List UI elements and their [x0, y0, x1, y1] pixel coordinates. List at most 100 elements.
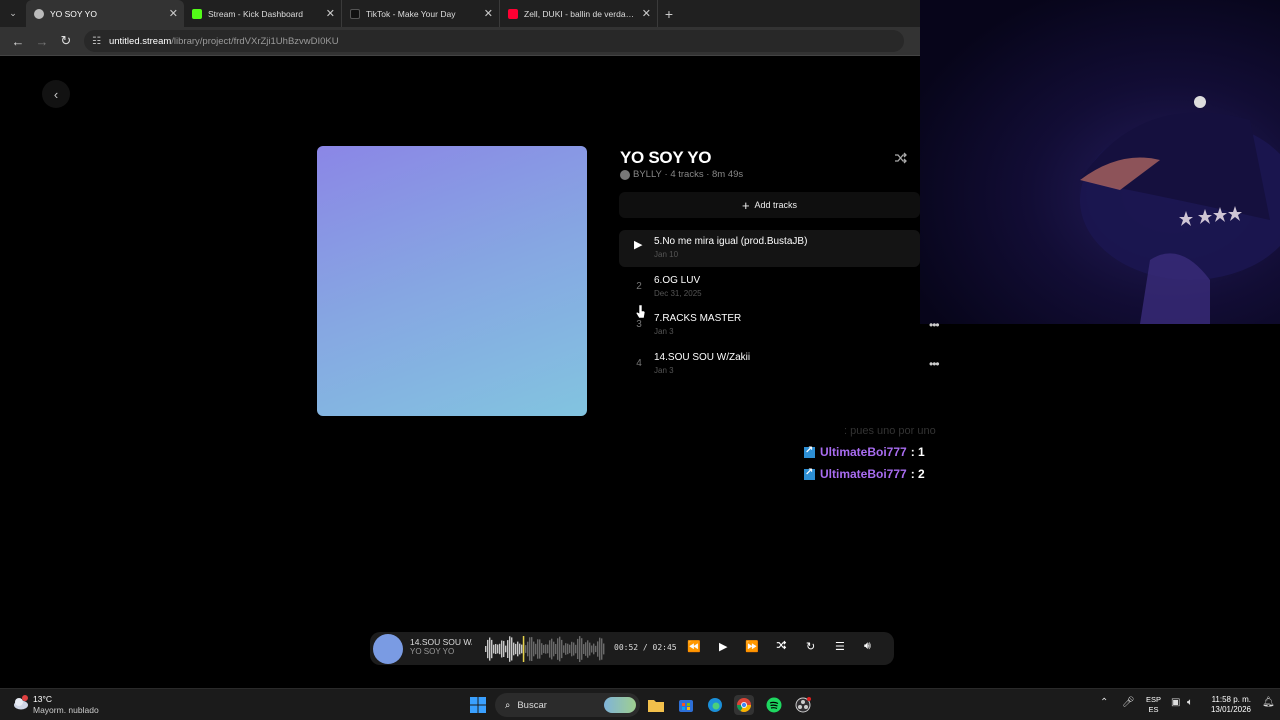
tiktok-favicon-icon	[350, 8, 360, 19]
waveform-bar	[497, 644, 499, 654]
rewind-icon[interactable]: ⏪	[687, 640, 701, 653]
playhead[interactable]	[522, 636, 525, 662]
waveform-bar	[529, 637, 531, 661]
tab-search-icon[interactable]: ⌄	[0, 0, 26, 27]
tab-tiktok[interactable]: TikTok - Make Your Day ✕	[342, 0, 500, 27]
project-owner[interactable]: BYLLY	[633, 169, 662, 180]
chat-username: UltimateBoi777	[820, 467, 907, 481]
microphone-icon[interactable]: 🎤︎	[1122, 697, 1135, 708]
tab-title: YO SOY YO	[50, 8, 97, 19]
more-options-icon[interactable]: •••	[929, 318, 940, 332]
add-tracks-button[interactable]: + Add tracks	[619, 192, 920, 218]
language-indicator[interactable]: ESP ES	[1146, 695, 1161, 715]
waveform-bar	[591, 645, 593, 653]
track-row[interactable]: ▶ 5.No me mira igual (prod.BustaJB) Jan …	[619, 230, 920, 267]
notification-bell-icon[interactable]: 🔔︎	[1262, 697, 1275, 708]
waveform-bar	[565, 643, 567, 655]
weather-cloudy-icon[interactable]	[12, 694, 30, 712]
waveform-bar	[507, 640, 509, 658]
waveform-bar	[539, 639, 541, 659]
search-icon: ⌕	[505, 699, 511, 711]
network-icon[interactable]: ▣	[1171, 697, 1180, 708]
chat-faded-message: : pues uno por uno	[844, 425, 936, 437]
waveform-scrubber[interactable]	[485, 636, 605, 662]
waveform-bar	[513, 642, 515, 656]
chat-overlay: : pues uno por uno UltimateBoi777 : 1 Ul…	[804, 425, 1004, 489]
waveform-bar	[511, 637, 513, 661]
tab-close-icon[interactable]: ✕	[169, 7, 178, 20]
forward-arrow-icon[interactable]: →	[30, 29, 54, 53]
chat-username: UltimateBoi777	[820, 445, 907, 459]
volume-icon[interactable]: 🔊︎	[864, 640, 871, 653]
tab-yo-soy-yo[interactable]: YO SOY YO ✕	[26, 0, 184, 27]
project-title: YO SOY YO	[620, 148, 712, 167]
waveform-bar	[541, 643, 543, 655]
track-date: Jan 3	[654, 327, 674, 336]
chrome-icon[interactable]	[734, 695, 754, 715]
file-explorer-icon[interactable]	[646, 695, 666, 715]
audio-player: 14.SOU SOU W/Zakii YO SOY YO 00:52 / 02:…	[370, 632, 894, 665]
waveform-bar	[485, 646, 487, 652]
track-date: Jan 3	[654, 366, 674, 375]
waveform-bar	[549, 640, 551, 658]
site-settings-icon[interactable]: ☷	[92, 36, 101, 47]
waveform-bar	[517, 641, 519, 657]
chat-badge-icon	[804, 445, 815, 458]
play-icon[interactable]: ▶	[634, 238, 642, 251]
reload-icon[interactable]: ↻	[54, 29, 78, 53]
url-path: /library/project/frdVXrZji1UhBzvwDI0KU	[171, 35, 339, 47]
spotify-icon[interactable]	[764, 695, 784, 715]
system-clock[interactable]: 11:58 p. m. 13/01/2026	[1205, 695, 1251, 715]
repeat-icon[interactable]: ↻	[806, 640, 815, 653]
tray-chevron-up-icon[interactable]: ⌃	[1100, 697, 1108, 708]
track-title: 14.SOU SOU W/Zakii	[654, 352, 751, 363]
queue-icon[interactable]: ☰	[835, 640, 845, 653]
chat-message: UltimateBoi777 : 2	[804, 467, 1004, 481]
play-icon[interactable]: ▶	[719, 640, 727, 653]
waveform-bar	[563, 645, 565, 653]
tab-close-icon[interactable]: ✕	[484, 7, 493, 20]
shuffle-icon[interactable]	[776, 640, 787, 653]
waveform-bar	[567, 643, 569, 655]
shuffle-icon[interactable]	[894, 152, 908, 167]
waveform-bar	[577, 638, 579, 659]
windows-start-icon[interactable]	[468, 695, 488, 715]
waveform-bar	[545, 644, 547, 654]
project-cover-art	[317, 146, 587, 416]
waveform-bar	[495, 644, 497, 654]
address-bar[interactable]: ☷ untitled.stream/library/project/frdVXr…	[84, 30, 904, 52]
obs-icon[interactable]	[793, 695, 813, 715]
waveform-bar	[527, 641, 529, 657]
edge-icon[interactable]	[705, 695, 725, 715]
chat-badge-icon	[804, 467, 815, 480]
tab-close-icon[interactable]: ✕	[326, 7, 335, 20]
search-placeholder: Buscar	[517, 699, 547, 711]
more-options-icon[interactable]: •••	[929, 357, 940, 371]
track-row[interactable]: 4 14.SOU SOU W/Zakii Jan 3	[619, 346, 920, 383]
track-date: Dec 31, 2025	[654, 289, 702, 298]
kick-favicon-icon	[192, 8, 202, 19]
weather-temperature: 13°C	[33, 694, 52, 704]
fast-forward-icon[interactable]: ⏩	[745, 640, 759, 653]
tab-kick-dashboard[interactable]: Stream - Kick Dashboard ✕	[184, 0, 342, 27]
taskbar-search[interactable]: ⌕ Buscar	[495, 693, 640, 717]
waveform-bar	[603, 643, 605, 655]
chat-text: : 2	[910, 467, 925, 481]
new-tab-plus-icon[interactable]: +	[658, 6, 680, 22]
player-cover-art[interactable]	[373, 634, 403, 664]
speaker-icon[interactable]: 🔈︎	[1187, 697, 1193, 708]
back-chevron-button[interactable]: ‹	[42, 80, 70, 108]
tab-close-icon[interactable]: ✕	[642, 7, 651, 20]
track-row[interactable]: 3 7.RACKS MASTER Jan 3	[619, 307, 920, 344]
ms-store-icon[interactable]	[676, 695, 696, 715]
waveform-bar	[555, 644, 557, 654]
waveform-bar	[597, 641, 599, 657]
back-arrow-icon[interactable]: ←	[6, 29, 30, 53]
track-number: 4	[636, 358, 642, 369]
track-row[interactable]: 2 6.OG LUV Dec 31, 2025	[619, 269, 920, 306]
project-meta: BYLLY · 4 tracks · 8m 49s	[620, 169, 743, 180]
keyboard-code: ES	[1148, 705, 1159, 714]
tab-youtube[interactable]: Zell, DUKI - ballin de verdad (pr ✕	[500, 0, 658, 27]
waveform-bar	[585, 642, 587, 656]
waveform-bar	[501, 640, 503, 658]
